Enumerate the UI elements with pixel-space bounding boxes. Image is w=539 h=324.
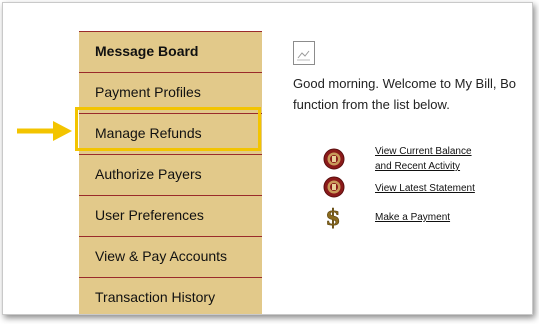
pointer-arrow-icon <box>17 121 72 141</box>
sidebar-item-label: User Preferences <box>95 207 204 223</box>
view-latest-statement-link[interactable]: View Latest Statement <box>375 181 475 196</box>
sidebar-item-authorize-payers[interactable]: Authorize Payers <box>79 154 262 194</box>
greeting-line: function from the list below. <box>293 97 450 112</box>
make-payment-link[interactable]: Make a Payment <box>375 210 450 225</box>
link-line: View Current Balance <box>375 146 472 157</box>
greeting-text: Good morning. Welcome to My Bill, Bo fun… <box>293 73 532 115</box>
view-current-balance-link[interactable]: View Current Balance and Recent Activity <box>375 144 472 174</box>
sidebar-item-user-preferences[interactable]: User Preferences <box>79 195 262 235</box>
svg-text:$: $ <box>325 205 340 229</box>
link-line: View Latest Statement <box>375 183 475 194</box>
app-window: Message Board Payment Profiles Manage Re… <box>2 2 533 315</box>
sidebar-item-view-pay-accounts[interactable]: View & Pay Accounts <box>79 236 262 276</box>
sidebar-item-transaction-history[interactable]: Transaction History <box>79 277 262 314</box>
sidebar-menu: Message Board Payment Profiles Manage Re… <box>79 31 262 314</box>
link-line: and Recent Activity <box>375 161 461 172</box>
sidebar-item-label: Authorize Payers <box>95 166 202 182</box>
sidebar-item-label: View & Pay Accounts <box>95 248 228 264</box>
sidebar-item-payment-profiles[interactable]: Payment Profiles <box>79 72 262 112</box>
sidebar-item-label: Message Board <box>95 43 199 59</box>
highlight-box <box>75 107 261 151</box>
dollar-icon[interactable]: $ <box>323 205 343 229</box>
link-line: Make a Payment <box>375 212 451 223</box>
document-icon <box>293 41 315 65</box>
sidebar-item-label: Transaction History <box>95 289 216 305</box>
greeting-line: Good morning. Welcome to My Bill, Bo <box>293 76 517 91</box>
sidebar-item-message-board[interactable]: Message Board <box>79 31 262 71</box>
sidebar-item-label: Payment Profiles <box>95 84 201 100</box>
seal-icon[interactable] <box>323 148 345 170</box>
seal-icon[interactable] <box>323 176 345 198</box>
